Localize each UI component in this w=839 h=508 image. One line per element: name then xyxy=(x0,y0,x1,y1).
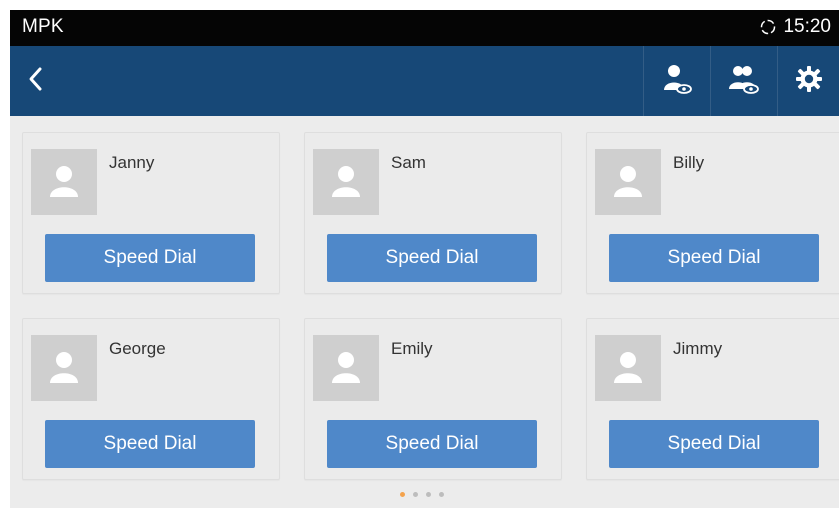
status-right: 15:20 xyxy=(759,16,831,38)
contact-name: Billy xyxy=(673,153,705,172)
contact-name: Jimmy xyxy=(673,339,723,358)
contact-name: Sam xyxy=(391,153,426,172)
group-view-icon xyxy=(726,61,762,102)
contact-card: Emily Speed Dial xyxy=(304,318,562,480)
contact-card: Sam Speed Dial xyxy=(304,132,562,294)
avatar xyxy=(31,335,97,401)
status-bar: MPK 15:20 xyxy=(10,10,839,46)
page-dot[interactable] xyxy=(413,492,418,497)
chevron-left-icon xyxy=(26,65,46,98)
view-group-button[interactable] xyxy=(710,46,776,116)
avatar xyxy=(313,335,379,401)
contact-card: Billy Speed Dial xyxy=(586,132,839,294)
speed-dial-button[interactable]: Speed Dial xyxy=(609,234,819,282)
speed-dial-button[interactable]: Speed Dial xyxy=(45,420,255,468)
screen: MPK 15:20 Janny Speed Dial Sam Speed Dia… xyxy=(10,10,839,508)
person-icon xyxy=(325,159,367,206)
gear-icon xyxy=(794,64,824,99)
page-dot[interactable] xyxy=(439,492,444,497)
avatar xyxy=(595,149,661,215)
contact-card: Janny Speed Dial xyxy=(22,132,280,294)
status-app-label: MPK xyxy=(22,16,64,37)
view-contact-button[interactable] xyxy=(643,46,709,116)
page-dot[interactable] xyxy=(426,492,431,497)
sync-icon xyxy=(759,18,777,36)
speed-dial-button[interactable]: Speed Dial xyxy=(327,420,537,468)
page-dot-active[interactable] xyxy=(400,492,405,497)
avatar xyxy=(595,335,661,401)
contact-name: George xyxy=(109,339,166,358)
speed-dial-button[interactable]: Speed Dial xyxy=(45,234,255,282)
contact-name: Emily xyxy=(391,339,433,358)
contact-card: Jimmy Speed Dial xyxy=(586,318,839,480)
back-button[interactable] xyxy=(22,64,50,98)
avatar xyxy=(313,149,379,215)
avatar xyxy=(31,149,97,215)
person-icon xyxy=(607,345,649,392)
status-time: 15:20 xyxy=(783,16,831,37)
contact-name: Janny xyxy=(109,153,155,172)
top-bar xyxy=(10,46,839,116)
page-indicator[interactable] xyxy=(400,492,444,497)
contact-card: George Speed Dial xyxy=(22,318,280,480)
person-icon xyxy=(607,159,649,206)
speed-dial-button[interactable]: Speed Dial xyxy=(327,234,537,282)
person-icon xyxy=(43,345,85,392)
speed-dial-button[interactable]: Speed Dial xyxy=(609,420,819,468)
person-icon xyxy=(325,345,367,392)
person-icon xyxy=(43,159,85,206)
settings-button[interactable] xyxy=(777,46,839,116)
contact-view-icon xyxy=(659,61,695,102)
